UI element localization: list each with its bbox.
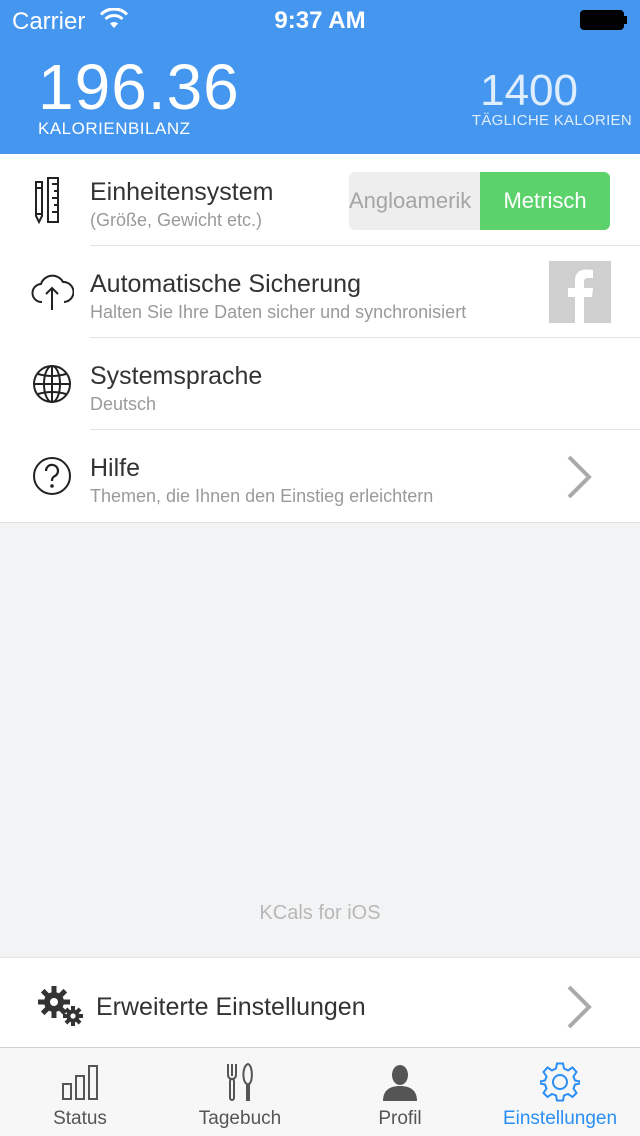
advanced-settings-title: Erweiterte Einstellungen — [96, 993, 366, 1021]
chevron-right-icon — [567, 985, 592, 1029]
tab-status[interactable]: Status — [0, 1048, 160, 1136]
battery-icon — [580, 10, 627, 30]
globe-icon — [33, 365, 71, 403]
units-subtitle: (Größe, Gewicht etc.) — [90, 210, 263, 230]
daily-calories-value: 1400 — [480, 66, 578, 115]
facebook-icon[interactable] — [549, 261, 611, 323]
cloud-upload-icon — [31, 274, 74, 310]
units-row: Einheitensystem (Größe, Gewicht etc.) An… — [35, 154, 640, 246]
help-row[interactable]: Hilfe Themen, die Ihnen den Einstieg erl… — [33, 430, 640, 522]
advanced-settings-row[interactable]: Erweiterte Einstellungen — [0, 957, 640, 1047]
header: Carrier 9:37 AM 196.36 KALORIENBILANZ 14… — [0, 0, 640, 154]
tab-status-label: Status — [53, 1108, 107, 1129]
language-row[interactable]: Systemsprache Deutsch — [33, 338, 640, 430]
backup-subtitle: Halten Sie Ihre Daten sicher und synchro… — [90, 302, 467, 322]
tab-settings[interactable]: Einstellungen — [480, 1048, 640, 1136]
calorie-balance-label: KALORIENBILANZ — [38, 119, 191, 138]
user-icon — [383, 1065, 417, 1101]
units-option-imperial[interactable]: Angloamerik — [349, 172, 480, 230]
clock: 9:37 AM — [274, 7, 366, 34]
chevron-right-icon — [567, 455, 592, 499]
tab-profile-label: Profil — [378, 1108, 422, 1129]
app-footer-text: KCals for iOS — [259, 902, 381, 924]
language-title: Systemsprache — [90, 362, 263, 390]
language-subtitle: Deutsch — [90, 394, 157, 414]
tab-profile[interactable]: Profil — [320, 1048, 480, 1136]
units-option-metric[interactable]: Metrisch — [480, 172, 610, 230]
fork-knife-icon — [227, 1062, 253, 1101]
backup-title: Automatische Sicherung — [90, 270, 361, 298]
status-bar: Carrier 9:37 AM — [0, 0, 640, 40]
units-segmented-control: Angloamerik Metrisch — [349, 172, 610, 230]
question-circle-icon — [33, 457, 71, 495]
daily-calories-label: TÄGLICHE KALORIEN — [471, 112, 632, 129]
tab-diary-label: Tagebuch — [198, 1108, 282, 1129]
settings-list: Einheitensystem (Größe, Gewicht etc.) An… — [0, 154, 640, 523]
units-title: Einheitensystem — [90, 178, 274, 206]
tab-settings-label: Einstellungen — [502, 1108, 618, 1129]
calorie-balance-value: 196.36 — [38, 51, 240, 123]
gears-icon — [38, 986, 83, 1026]
backup-row[interactable]: Automatische Sicherung Halten Sie Ihre D… — [31, 246, 640, 338]
pencil-ruler-icon — [35, 177, 59, 224]
help-title: Hilfe — [90, 454, 141, 482]
help-subtitle: Themen, die Ihnen den Einstieg erleichte… — [90, 486, 434, 506]
bar-chart-icon — [62, 1065, 98, 1100]
tab-bar: Status Tagebuch Profil Einstellungen — [0, 1047, 640, 1136]
gear-icon — [540, 1062, 580, 1102]
tab-diary[interactable]: Tagebuch — [160, 1048, 320, 1136]
